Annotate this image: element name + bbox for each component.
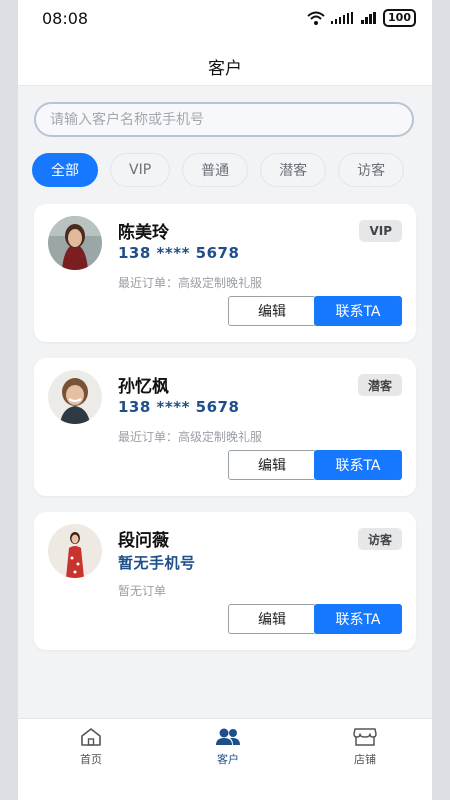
avatar [48,524,102,578]
contact-button[interactable]: 联系TA [314,296,402,326]
customer-last-order: 最近订单：高级定制晚礼服 [118,276,263,290]
customer-card[interactable]: 陈美玲 138 **** 5678 最近订单：高级定制晚礼服 VIP 编辑 联系… [34,204,416,342]
avatar [48,216,102,270]
status-bar: 08:08 100 [18,0,432,38]
customer-card[interactable]: 段问薇 暂无手机号 暂无订单 访客 编辑 联系TA [34,512,416,650]
home-icon [81,728,101,746]
customer-type-badge: 访客 [357,528,402,550]
customer-last-order: 暂无订单 [118,584,167,598]
filter-chip-prospect[interactable]: 潜客 [260,153,327,187]
edit-button[interactable]: 编辑 [228,450,316,480]
tab-store[interactable]: 店铺 [325,727,405,767]
customer-card[interactable]: 孙忆枫 138 **** 5678 最近订单：高级定制晚礼服 潜客 编辑 联系T… [34,358,416,496]
contact-button[interactable]: 联系TA [314,604,402,634]
tab-label: 首页 [80,753,102,766]
filter-chip-visitor[interactable]: 访客 [338,153,405,187]
customer-phone: 138 **** 5678 [118,244,240,262]
edit-button[interactable]: 编辑 [228,604,316,634]
customer-type-badge: 潜客 [357,374,402,396]
nav-bar: 客户 [18,38,432,86]
battery-icon: 100 [383,9,416,27]
tab-label: 客户 [217,753,239,766]
tab-home[interactable]: 首页 [51,727,131,767]
tab-customers[interactable]: 客户 [188,727,268,767]
customer-name: 孙忆枫 [118,377,169,397]
filter-chip-all[interactable]: 全部 [32,153,98,187]
wifi-icon [307,11,325,25]
status-time: 08:08 [42,9,89,28]
filter-chips: 全部 VIP 普通 潜客 访客 [32,153,405,187]
signal-icon [361,12,377,24]
signal-icon [331,12,354,24]
customer-last-order: 最近订单：高级定制晚礼服 [118,430,263,444]
edit-button[interactable]: 编辑 [228,296,316,326]
filter-chip-vip[interactable]: VIP [110,153,171,187]
status-icons: 100 [307,9,416,27]
customer-phone: 暂无手机号 [118,554,196,572]
bottom-tab-bar: 首页 客户 店铺 [18,718,432,800]
filter-chip-regular[interactable]: 普通 [182,153,249,187]
customer-name: 陈美玲 [118,223,169,243]
customer-type-badge: VIP [359,220,402,242]
customer-phone: 138 **** 5678 [118,398,240,416]
contact-button[interactable]: 联系TA [314,450,402,480]
tab-label: 店铺 [354,753,376,766]
page-title: 客户 [208,59,242,79]
store-icon [353,728,377,746]
app-screen: 08:08 100 客户 全部 VIP 普通 潜客 访客 [18,0,432,800]
search-input[interactable] [34,102,414,137]
customer-name: 段问薇 [118,531,169,551]
users-icon [216,728,240,745]
avatar [48,370,102,424]
